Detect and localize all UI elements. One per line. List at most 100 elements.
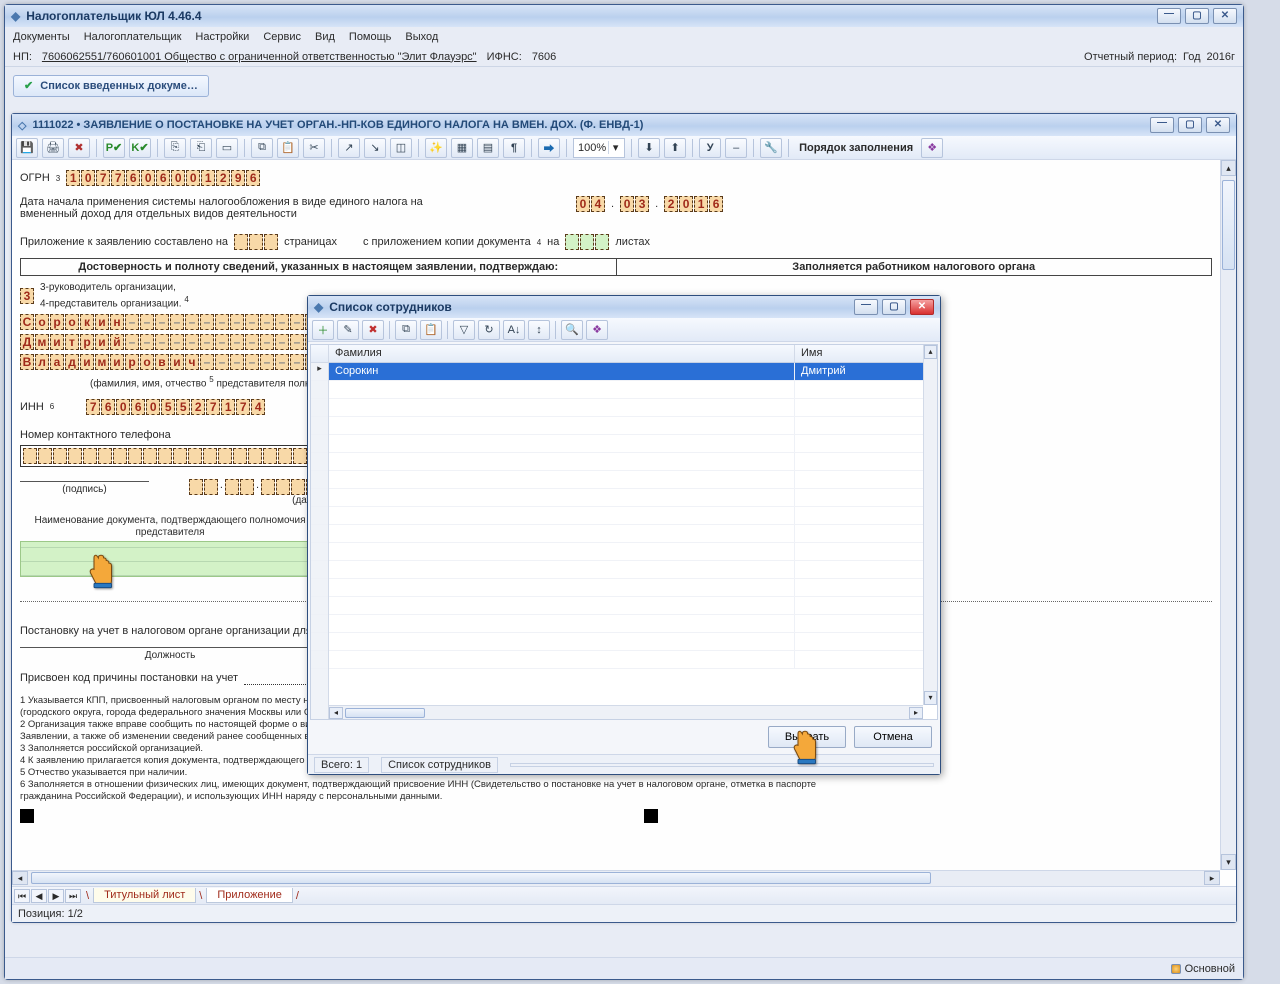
firstname-cells[interactable]: Дмитрий––––––––––––– (20, 334, 319, 350)
doc-vscroll[interactable]: ▴ ▾ (1220, 160, 1236, 870)
table-row[interactable] (329, 597, 937, 615)
np-link[interactable]: 7606062551/760601001 Общество с ограниче… (42, 51, 477, 63)
docname-box[interactable] (20, 541, 320, 577)
grid-scroll-down-button[interactable]: ▾ (924, 691, 937, 705)
paste-icon[interactable]: 📋 (420, 320, 442, 340)
grid-scroll-up-button[interactable]: ▴ (924, 345, 937, 359)
modal-maximize-button[interactable] (882, 299, 906, 315)
table-row[interactable] (329, 489, 937, 507)
sig-date-day[interactable] (189, 479, 218, 495)
scroll-down-button[interactable]: ▾ (1221, 854, 1236, 870)
first-tab-button[interactable]: ⏮ (14, 889, 30, 903)
paste-icon[interactable]: 📋 (277, 138, 299, 158)
cancel-button[interactable]: Отмена (854, 726, 932, 748)
vscroll-thumb[interactable] (1222, 180, 1235, 270)
sort-desc-icon[interactable]: ↕ (528, 320, 550, 340)
print-icon[interactable]: 🖨 (42, 138, 64, 158)
dash-icon[interactable]: – (725, 138, 747, 158)
phone-cells[interactable] (20, 445, 325, 467)
db-icon[interactable]: ◫ (390, 138, 412, 158)
date-month-cells[interactable]: 03 (620, 196, 649, 212)
copy-icon[interactable]: ⧉ (395, 320, 417, 340)
maximize-button[interactable] (1185, 8, 1209, 24)
grid-vscroll[interactable]: ▴ ▾ (923, 345, 937, 705)
doc-close-button[interactable] (1206, 117, 1230, 133)
ogrn-cells[interactable]: 1077606001296 (66, 170, 260, 186)
table-row[interactable] (329, 561, 937, 579)
active-doclist-tab[interactable]: ✔ Список введенных докуме… (13, 75, 209, 97)
prev-tab-button[interactable]: ◀ (31, 889, 47, 903)
patronymic-cells[interactable]: Владимирович–––––––– (20, 354, 319, 370)
menu-view[interactable]: Вид (315, 31, 335, 43)
grid-rows[interactable]: СорокинДмитрий (329, 363, 937, 705)
zoom-field[interactable]: 100% ▾ (573, 138, 625, 158)
report-period-year[interactable]: 2016г (1207, 51, 1235, 63)
select-button[interactable]: Выбрать (768, 726, 846, 748)
inn-cells[interactable]: 760605527174 (86, 399, 265, 415)
scroll-up-button[interactable]: ▴ (1221, 160, 1236, 176)
menu-help[interactable]: Помощь (349, 31, 392, 43)
date-year-cells[interactable]: 2016 (664, 196, 723, 212)
sig-date-month[interactable] (225, 479, 254, 495)
export-icon[interactable]: ↗ (338, 138, 360, 158)
table-row[interactable] (329, 399, 937, 417)
doc-hscroll[interactable]: ◂ ▸ (12, 870, 1220, 886)
k-check-icon[interactable]: K✔ (129, 138, 151, 158)
add-icon[interactable]: ＋ (312, 320, 334, 340)
wand-icon[interactable]: ✨ (425, 138, 447, 158)
page-add-icon[interactable]: ⎘ (164, 138, 186, 158)
col-firstname[interactable]: Имя (795, 345, 937, 362)
menu-taxpayer[interactable]: Налогоплательщик (84, 31, 182, 43)
book-icon[interactable]: ❖ (921, 138, 943, 158)
table-row[interactable] (329, 579, 937, 597)
appendix-pages[interactable] (234, 234, 278, 250)
format-icon[interactable]: ¶ (503, 138, 525, 158)
help-icon[interactable]: ❖ (586, 320, 608, 340)
menu-settings[interactable]: Настройки (195, 31, 249, 43)
table-row[interactable] (329, 381, 937, 399)
cut-icon[interactable]: ✂ (303, 138, 325, 158)
menu-exit[interactable]: Выход (405, 31, 438, 43)
table-row[interactable] (329, 543, 937, 561)
filter-icon[interactable]: ▽ (453, 320, 475, 340)
remove-icon[interactable]: ✖ (362, 320, 384, 340)
search-icon[interactable]: 🔍 (561, 320, 583, 340)
minimize-button[interactable] (1157, 8, 1181, 24)
hscroll-thumb[interactable] (31, 872, 931, 884)
import-icon[interactable]: ↘ (364, 138, 386, 158)
sort-asc-icon[interactable]: A↓ (503, 320, 525, 340)
grid-scroll-left-button[interactable]: ◂ (329, 707, 343, 719)
modal-minimize-button[interactable] (854, 299, 878, 315)
floppy-out-icon[interactable]: ⬆ (664, 138, 686, 158)
grid-scroll-right-button[interactable]: ▸ (909, 707, 923, 719)
fill-order-button[interactable]: Порядок заполнения (795, 142, 917, 154)
wrench-icon[interactable]: 🔧 (760, 138, 782, 158)
table-row[interactable] (329, 633, 937, 651)
report-period-type[interactable]: Год (1183, 51, 1201, 63)
tab-appendix[interactable]: Приложение (206, 888, 293, 903)
page-del-icon[interactable]: ⎗ (190, 138, 212, 158)
table-row[interactable] (329, 471, 937, 489)
arrow-right-icon[interactable]: ⮕ (538, 138, 560, 158)
save-icon[interactable]: 💾 (16, 138, 38, 158)
chevron-down-icon[interactable]: ▾ (608, 141, 622, 154)
role-cell[interactable]: 3 (20, 288, 34, 304)
grid-hscroll-thumb[interactable] (345, 708, 425, 718)
table-row[interactable] (329, 525, 937, 543)
refresh-icon[interactable]: ↻ (478, 320, 500, 340)
next-tab-button[interactable]: ▶ (48, 889, 64, 903)
date-day-cells[interactable]: 04 (576, 196, 605, 212)
doc-minimize-button[interactable] (1150, 117, 1174, 133)
underline-icon[interactable]: У (699, 138, 721, 158)
edit-icon[interactable]: ✎ (337, 320, 359, 340)
grid-hscroll[interactable]: ◂ ▸ (329, 705, 923, 719)
doc-maximize-button[interactable] (1178, 117, 1202, 133)
modal-close-button[interactable] (910, 299, 934, 315)
last-tab-button[interactable]: ⏭ (65, 889, 81, 903)
p-check-icon[interactable]: P✔ (103, 138, 125, 158)
tab-title-page[interactable]: Титульный лист (93, 888, 196, 903)
table-row[interactable]: СорокинДмитрий (329, 363, 937, 381)
col-lastname[interactable]: Фамилия (329, 345, 795, 362)
menu-documents[interactable]: Документы (13, 31, 70, 43)
copy-icon[interactable]: ⧉ (251, 138, 273, 158)
